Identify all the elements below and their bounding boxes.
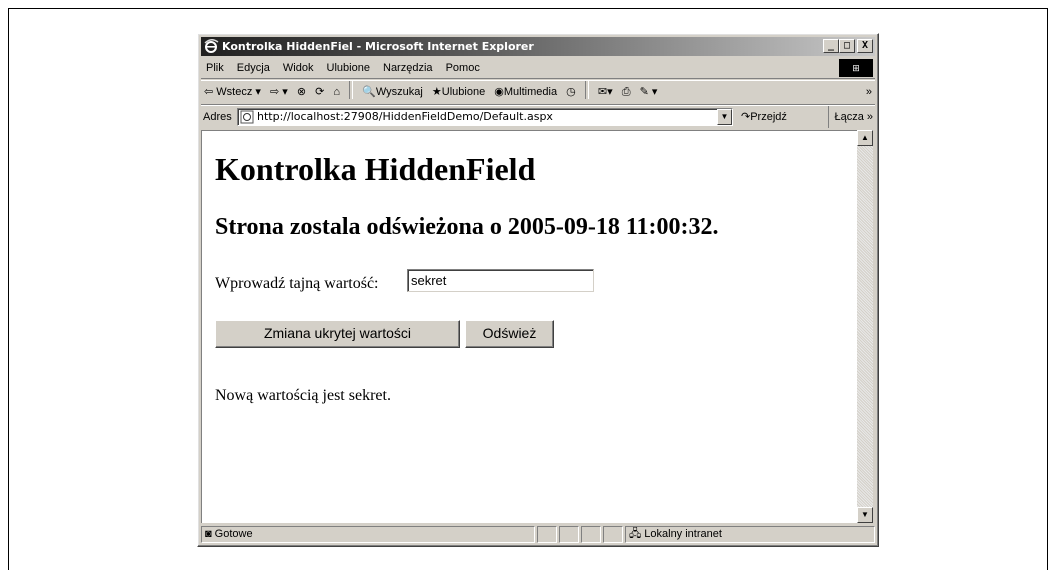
- scroll-down-icon[interactable]: ▼: [857, 507, 873, 523]
- menu-file[interactable]: Plik: [201, 58, 229, 78]
- menu-bar: Plik Edycja Widok Ulubione Narzędzia Pom…: [201, 58, 875, 79]
- intranet-icon: 🖧: [629, 528, 642, 540]
- search-label: Wyszukaj: [375, 86, 423, 98]
- page-viewport: Kontrolka HiddenField Strona zostala odś…: [201, 130, 857, 523]
- go-arrow-icon: ↷: [741, 111, 751, 123]
- menu-favorites[interactable]: Ulubione: [322, 58, 375, 78]
- page-done-icon: ◙: [205, 528, 212, 540]
- menu-tools[interactable]: Narzędzia: [378, 58, 438, 78]
- ie-logo-icon: [204, 39, 219, 53]
- address-label: Adres: [203, 111, 232, 123]
- close-button[interactable]: X: [857, 39, 873, 53]
- search-button[interactable]: 🔍Wyszukaj: [359, 81, 426, 103]
- status-main: ◙ Gotowe: [201, 526, 535, 543]
- refresh-button[interactable]: Odśwież: [465, 320, 554, 348]
- back-button[interactable]: ⇦ Wstecz ▾: [201, 81, 264, 103]
- status-pane: [581, 526, 601, 543]
- standard-toolbar: ⇦ Wstecz ▾ ⇨ ▾ ⊗ ⟳ ⌂ 🔍Wyszukaj ★Ulubione…: [201, 80, 875, 105]
- maximize-button[interactable]: □: [839, 39, 855, 53]
- new-value-message: Nową wartością jest sekret.: [215, 387, 391, 404]
- change-hidden-value-button[interactable]: Zmiana ukrytej wartości: [215, 320, 460, 348]
- home-icon[interactable]: ⌂: [330, 81, 343, 103]
- refresh-timestamp: Strona zostala odświeżona o 2005-09-18 1…: [215, 214, 719, 240]
- page-icon: [240, 110, 254, 124]
- history-icon[interactable]: ◷: [563, 81, 579, 103]
- search-icon: 🔍: [362, 86, 376, 98]
- address-bar: Adres http://localhost:27908/HiddenField…: [201, 105, 875, 129]
- scroll-up-icon[interactable]: ▲: [857, 130, 873, 146]
- media-label: Multimedia: [503, 86, 558, 98]
- secret-input-label: Wprowadź tajną wartość:: [215, 275, 379, 292]
- go-button[interactable]: ↷Przejdź: [741, 106, 787, 128]
- address-dropdown-icon[interactable]: ▼: [717, 109, 732, 125]
- status-text: Gotowe: [214, 528, 253, 540]
- status-pane: [559, 526, 579, 543]
- media-icon: ◉: [494, 86, 504, 98]
- address-input[interactable]: http://localhost:27908/HiddenFieldDemo/D…: [237, 108, 733, 126]
- status-pane: [603, 526, 623, 543]
- status-bar: ◙ Gotowe 🖧 Lokalny intranet: [201, 525, 875, 544]
- go-label: Przejdź: [750, 111, 787, 123]
- mail-button[interactable]: ✉▾: [595, 81, 616, 103]
- menu-view[interactable]: Widok: [278, 58, 319, 78]
- links-button[interactable]: Łącza »: [828, 106, 875, 128]
- media-button[interactable]: ◉Multimedia: [491, 81, 560, 103]
- refresh-icon[interactable]: ⟳: [312, 81, 327, 103]
- security-zone: 🖧 Lokalny intranet: [625, 526, 875, 543]
- title-bar[interactable]: Kontrolka HiddenFiel - Microsoft Interne…: [201, 37, 875, 56]
- forward-button[interactable]: ⇨ ▾: [267, 81, 291, 103]
- menu-edit[interactable]: Edycja: [232, 58, 275, 78]
- page-heading: Kontrolka HiddenField: [215, 151, 536, 187]
- windows-logo-icon: ⊞: [839, 59, 873, 77]
- print-icon[interactable]: ⎙: [619, 81, 634, 103]
- star-icon: ★: [431, 86, 442, 98]
- stop-icon[interactable]: ⊗: [294, 81, 309, 103]
- menu-help[interactable]: Pomoc: [441, 58, 485, 78]
- address-url: http://localhost:27908/HiddenFieldDemo/D…: [257, 110, 553, 123]
- status-pane: [537, 526, 557, 543]
- browser-window: Kontrolka HiddenFiel - Microsoft Interne…: [197, 33, 879, 547]
- toolbar-separator: [584, 81, 589, 99]
- secret-input[interactable]: sekret: [407, 269, 594, 292]
- zone-text: Lokalny intranet: [644, 528, 722, 540]
- window-title: Kontrolka HiddenFiel - Microsoft Interne…: [222, 40, 534, 53]
- toolbar-separator: [349, 81, 354, 99]
- favorites-button[interactable]: ★Ulubione: [429, 81, 488, 103]
- toolbar-overflow-icon[interactable]: »: [863, 81, 875, 103]
- favorites-label: Ulubione: [441, 86, 486, 98]
- vertical-scrollbar[interactable]: ▲ ▼: [857, 130, 873, 523]
- minimize-button[interactable]: _: [823, 39, 839, 53]
- edit-button[interactable]: ✎ ▾: [637, 81, 661, 103]
